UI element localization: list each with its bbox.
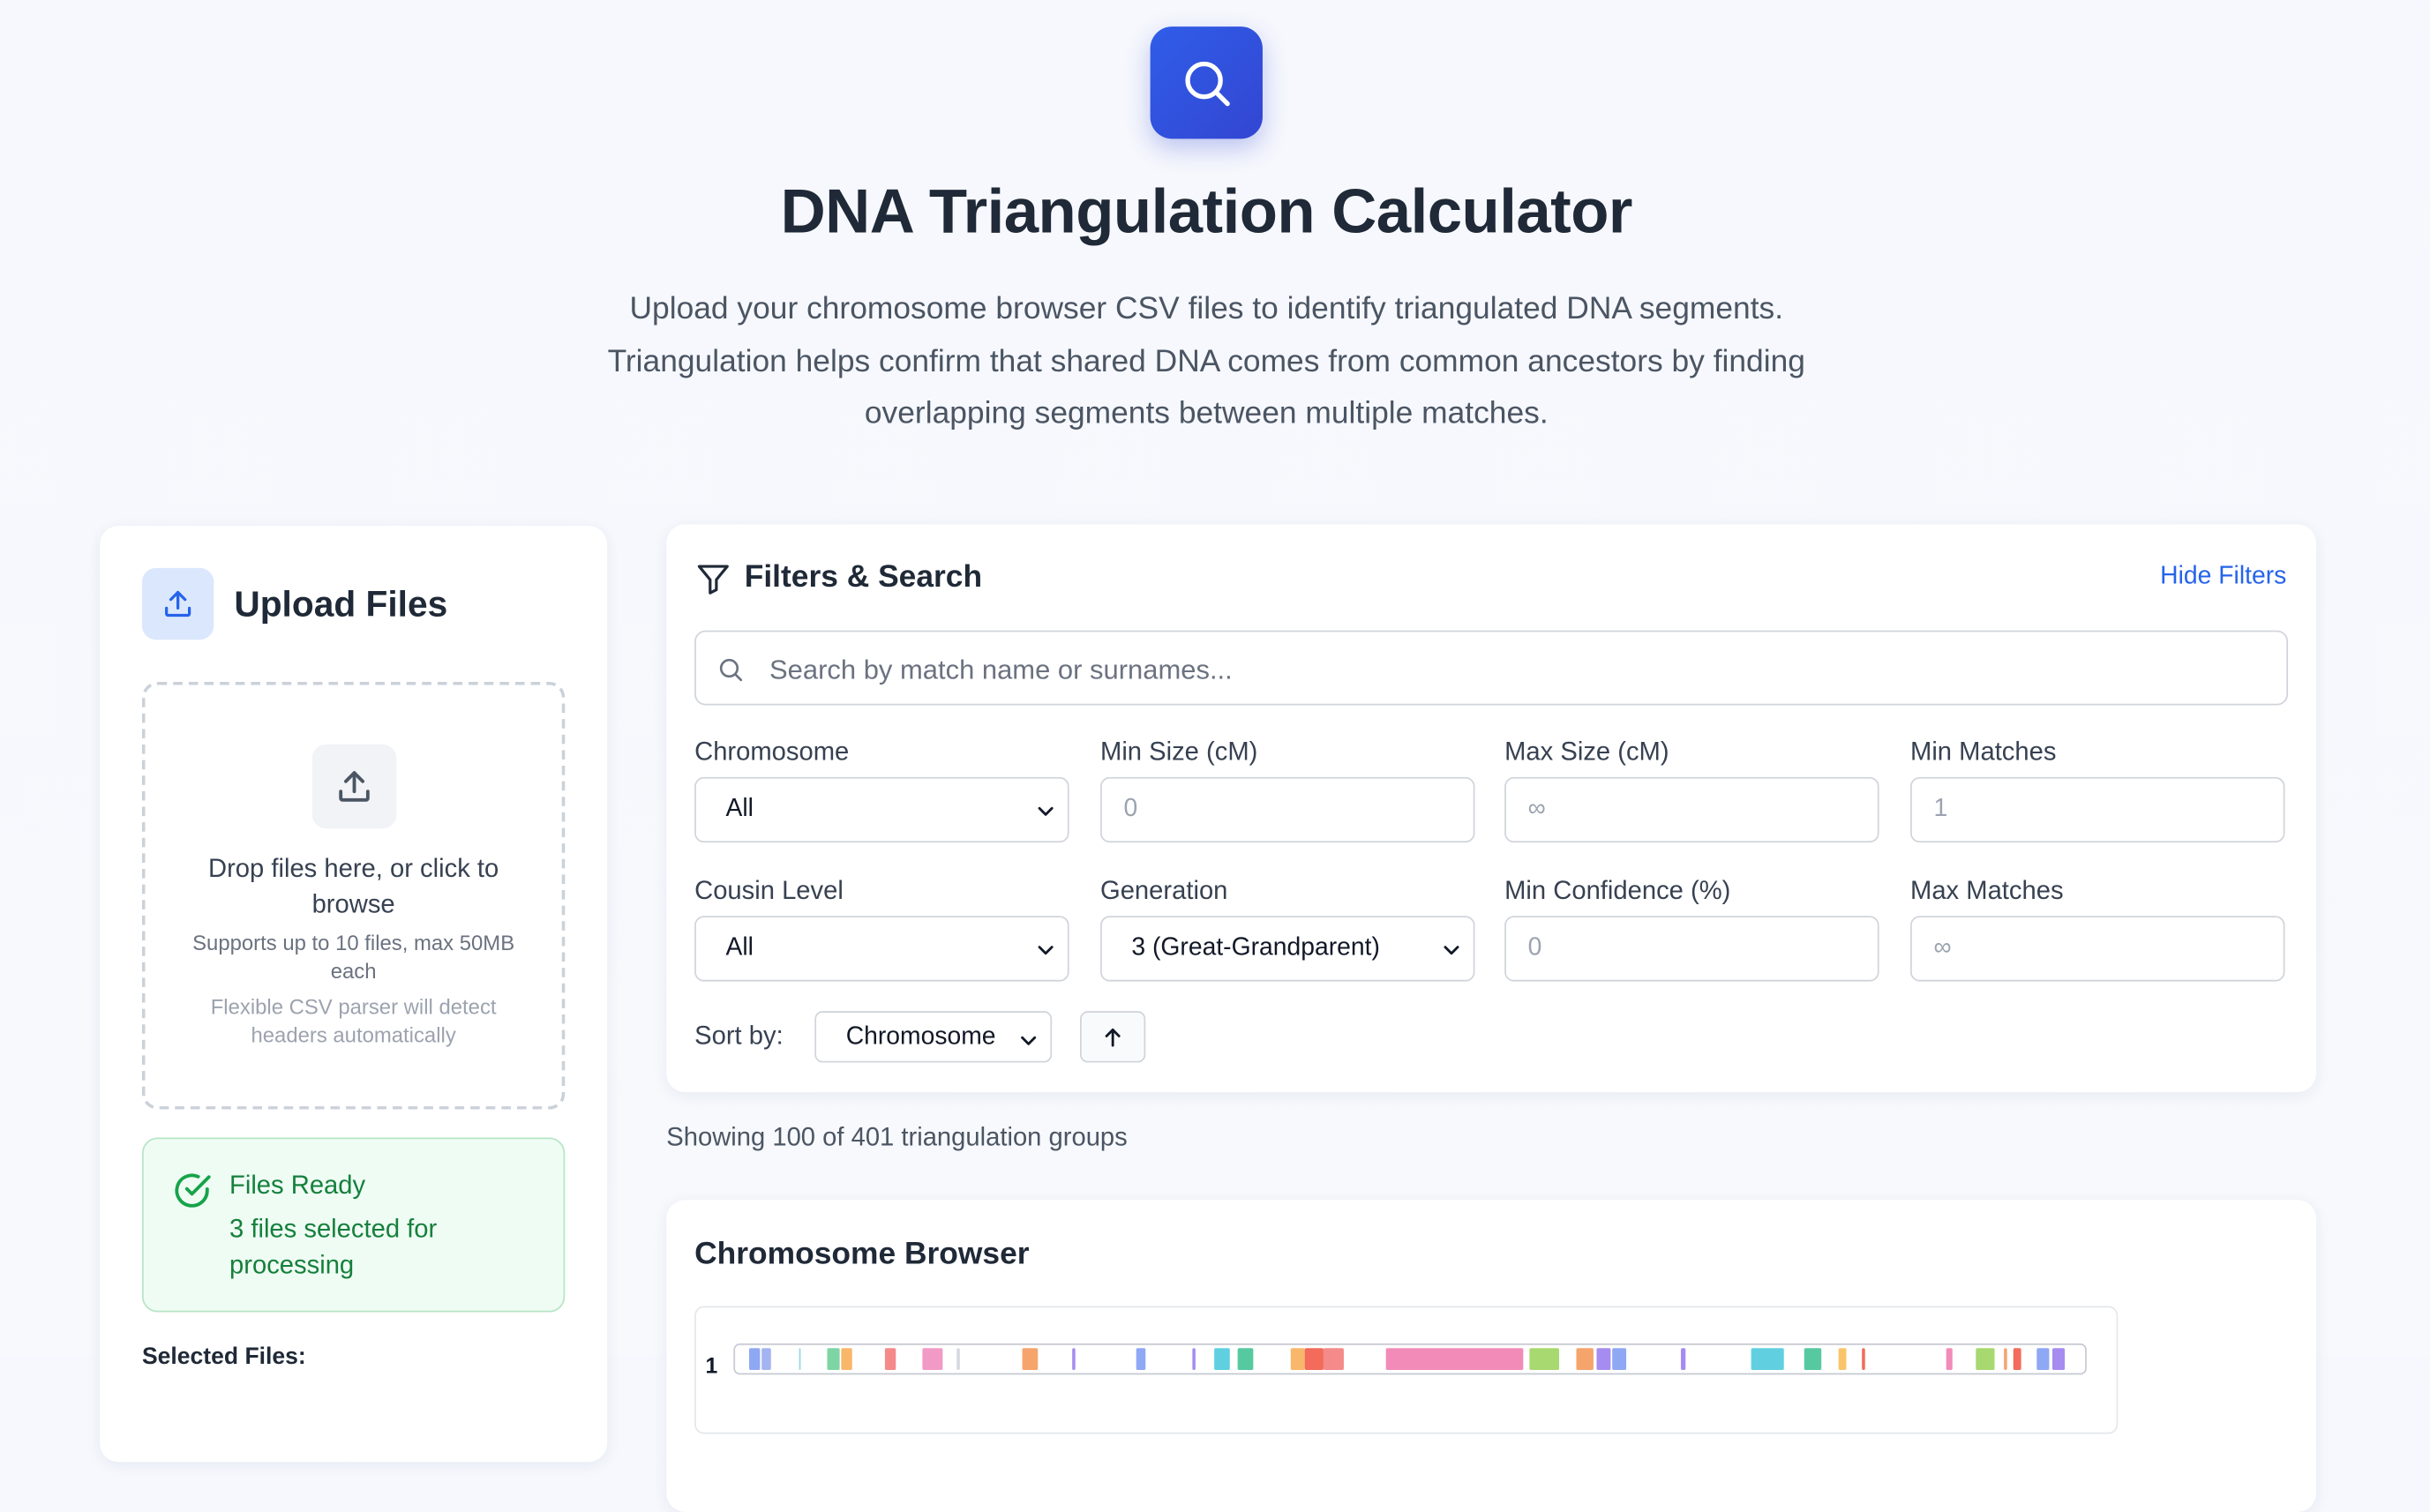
min-size-input[interactable]: 0: [1100, 776, 1475, 843]
page-subtitle: Upload your chromosome browser CSV files…: [607, 291, 1805, 431]
chromosome-segment[interactable]: [1946, 1348, 1953, 1371]
filters-card: Filters & Search Hide Filters Chromosome…: [666, 524, 2316, 1093]
sort-label: Sort by:: [694, 1022, 784, 1051]
chevron-down-icon: [1038, 806, 1054, 816]
page-title: DNA Triangulation Calculator: [780, 177, 1633, 247]
search-input[interactable]: [766, 632, 2255, 707]
selected-files-label: Selected Files:: [141, 1343, 306, 1371]
sort-select[interactable]: Chromosome: [814, 1011, 1053, 1063]
files-ready-title: Files Ready: [229, 1171, 366, 1201]
chromosome-segment[interactable]: [1576, 1348, 1594, 1371]
chromosome-browser-frame: 1: [694, 1306, 2119, 1434]
chromosome-segment[interactable]: [1975, 1348, 1995, 1371]
chromosome-segment[interactable]: [922, 1348, 942, 1371]
chromosome-segment[interactable]: [1804, 1348, 1821, 1371]
chromosome-segment[interactable]: [1528, 1348, 1559, 1371]
sort-direction-button[interactable]: [1080, 1011, 1146, 1063]
max-size-input[interactable]: ∞: [1504, 776, 1879, 843]
chromosome-segment[interactable]: [1680, 1348, 1685, 1371]
chromosome-segment[interactable]: [841, 1348, 852, 1371]
chromosome-segment[interactable]: [2003, 1348, 2008, 1371]
chevron-down-icon: [1038, 946, 1054, 955]
app-logo: [1150, 26, 1263, 139]
chromosome-segment[interactable]: [1236, 1348, 1254, 1371]
chromosome-segment[interactable]: [1862, 1348, 1865, 1371]
files-ready-desc: 3 files selected for processing: [229, 1215, 438, 1280]
chromosome-segment[interactable]: [2013, 1348, 2021, 1371]
chromosome-segment[interactable]: [1136, 1348, 1146, 1371]
dropzone-icon-box: [311, 744, 397, 829]
check-circle-icon: [175, 1173, 211, 1208]
chromosome-browser-title: Chromosome Browser: [694, 1237, 1030, 1272]
chromosome-segment[interactable]: [1386, 1348, 1524, 1371]
dropzone-limits: Supports up to 10 files, max 50MB each: [192, 931, 515, 984]
chromosome-select[interactable]: All: [694, 776, 1069, 843]
file-dropzone[interactable]: Drop files here, or click to browse Supp…: [141, 681, 566, 1110]
chromosome-segment[interactable]: [1612, 1348, 1626, 1371]
generation-select-value: 3 (Great-Grandparent): [1131, 934, 1380, 962]
min-size-placeholder: 0: [1123, 796, 1138, 823]
chromosome-segment[interactable]: [761, 1348, 772, 1371]
min-confidence-label: Min Confidence (%): [1504, 877, 1731, 905]
search-icon: [1185, 61, 1230, 107]
chromosome-segment[interactable]: [1021, 1348, 1039, 1371]
chromosome-segment[interactable]: [828, 1348, 841, 1371]
max-size-label: Max Size (cM): [1504, 737, 1669, 767]
max-matches-input[interactable]: ∞: [1910, 916, 2285, 982]
chromosome-segment[interactable]: [1213, 1348, 1231, 1371]
filters-title: Filters & Search: [744, 559, 983, 595]
chromosome-track: [733, 1343, 2087, 1375]
min-confidence-input[interactable]: 0: [1504, 916, 1879, 982]
chevron-down-icon: [1021, 1036, 1037, 1045]
hide-filters-link[interactable]: Hide Filters: [2160, 564, 2286, 592]
generation-select[interactable]: 3 (Great-Grandparent): [1100, 916, 1475, 982]
max-matches-placeholder: ∞: [1933, 934, 1952, 962]
max-size-placeholder: ∞: [1527, 796, 1546, 823]
files-ready-notice: Files Ready 3 files selected for process…: [141, 1137, 566, 1313]
chromosome-browser-card: Chromosome Browser 1: [666, 1200, 2316, 1512]
chromosome-segment[interactable]: [1751, 1348, 1785, 1371]
upload-icon: [339, 771, 370, 802]
generation-label: Generation: [1100, 877, 1228, 905]
upload-header-icon: [141, 567, 214, 640]
min-matches-label: Min Matches: [1910, 737, 2057, 767]
chromosome-segment[interactable]: [748, 1348, 760, 1371]
chromosome-segment[interactable]: [2037, 1348, 2050, 1371]
chromosome-segment[interactable]: [1071, 1348, 1076, 1371]
chromosome-segment[interactable]: [1595, 1348, 1611, 1371]
dropzone-text: Drop files here, or click to browse: [207, 855, 499, 919]
results-count: Showing 100 of 401 triangulation groups: [666, 1123, 1128, 1152]
chromosome-segment[interactable]: [1192, 1348, 1196, 1371]
chromosome-segment[interactable]: [1838, 1348, 1847, 1371]
cousin-level-select-value: All: [725, 934, 754, 962]
chromosome-select-value: All: [725, 796, 754, 823]
sort-select-value: Chromosome: [845, 1023, 996, 1051]
chromosome-segment[interactable]: [956, 1348, 960, 1371]
chromosome-segment[interactable]: [798, 1348, 801, 1371]
chromosome-label: Chromosome: [694, 737, 850, 767]
chromosome-label: 1: [705, 1352, 718, 1378]
dropzone-hint: Flexible CSV parser will detect headers …: [210, 995, 497, 1047]
min-matches-placeholder: 1: [1933, 796, 1948, 823]
search-box[interactable]: [694, 630, 2289, 707]
upload-icon: [165, 590, 191, 618]
max-matches-label: Max Matches: [1910, 877, 2064, 905]
min-matches-input[interactable]: 1: [1910, 776, 2285, 843]
search-icon: [719, 658, 743, 682]
cousin-level-label: Cousin Level: [694, 877, 844, 905]
chromosome-segment[interactable]: [1323, 1348, 1344, 1371]
cousin-level-select[interactable]: All: [694, 916, 1069, 982]
chromosome-segment[interactable]: [1290, 1348, 1305, 1371]
upload-title: Upload Files: [234, 583, 448, 625]
arrow-up-icon: [1105, 1028, 1121, 1046]
filter-icon: [697, 565, 729, 595]
chevron-down-icon: [1444, 946, 1459, 955]
upload-card: Upload Files Drop files here, or click t…: [100, 526, 608, 1463]
chromosome-segment[interactable]: [884, 1348, 897, 1371]
chromosome-segment[interactable]: [2051, 1348, 2065, 1371]
chromosome-segment[interactable]: [1304, 1348, 1324, 1371]
min-confidence-placeholder: 0: [1527, 934, 1542, 962]
min-size-label: Min Size (cM): [1100, 737, 1258, 767]
